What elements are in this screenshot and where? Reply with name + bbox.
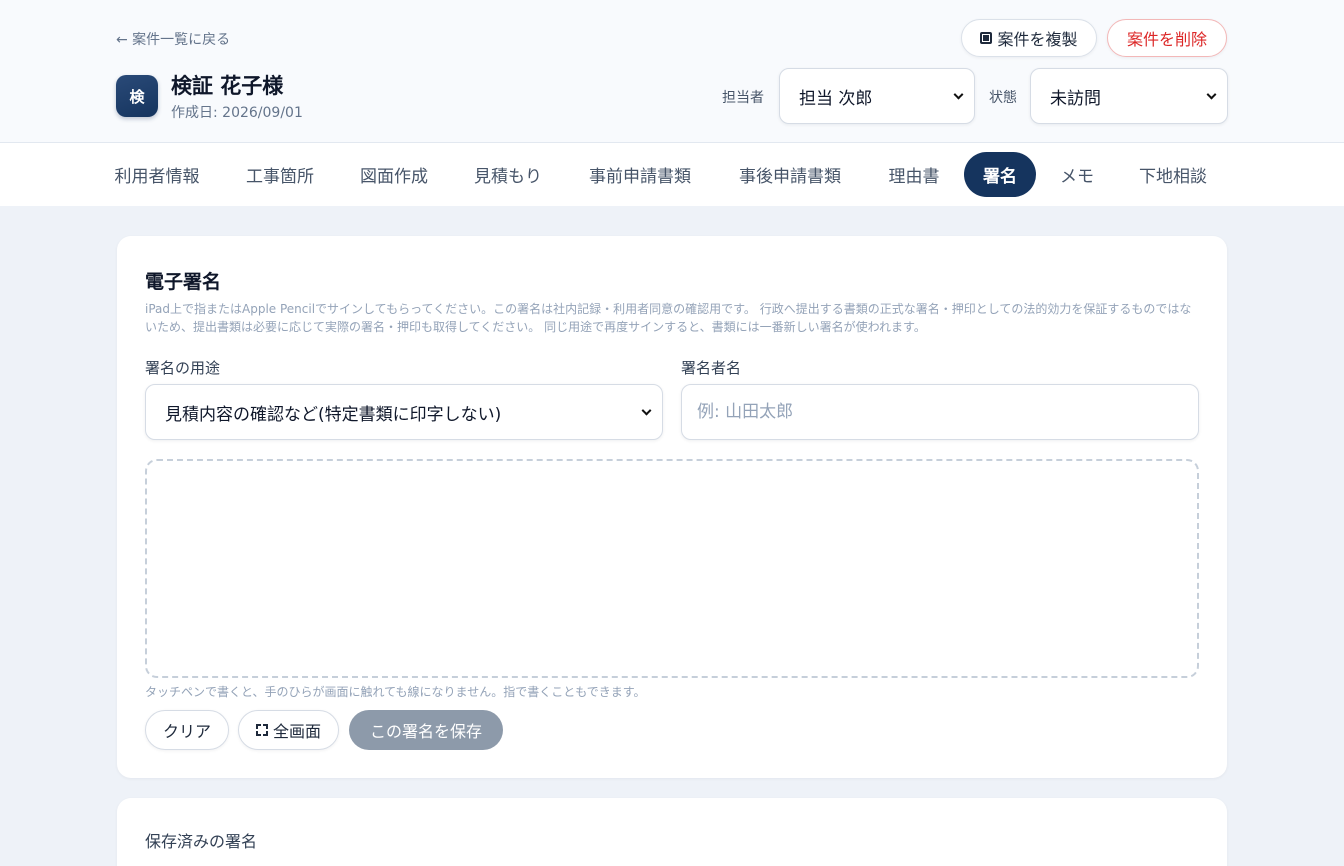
- purpose-value: 見積内容の確認など(特定書類に印字しない): [165, 404, 502, 425]
- chevron-down-icon: [953, 89, 964, 100]
- saved-signatures-title: 保存済みの署名: [145, 832, 258, 851]
- fullscreen-icon: [255, 724, 268, 736]
- tab-signature[interactable]: 署名: [964, 152, 1036, 197]
- tab-substrate-consult[interactable]: 下地相談: [1123, 152, 1223, 197]
- status-value: 未訪問: [1050, 88, 1101, 109]
- tab-work-locations[interactable]: 工事箇所: [230, 152, 330, 197]
- chevron-down-icon: [641, 405, 652, 416]
- saved-signatures-card: 保存済みの署名: [117, 798, 1227, 866]
- duplicate-case-label: 案件を複製: [997, 30, 1078, 49]
- delete-case-button[interactable]: 案件を削除: [1107, 19, 1227, 57]
- tab-user-info[interactable]: 利用者情報: [97, 152, 217, 197]
- save-signature-button[interactable]: この署名を保存: [349, 710, 503, 750]
- signer-label: 署名者名: [681, 359, 742, 377]
- tab-pre-application[interactable]: 事前申請書類: [575, 152, 705, 197]
- signature-title: 電子署名: [145, 271, 222, 293]
- signature-card: 電子署名 iPad上で指またはApple Pencilでサインしてもらってくださ…: [117, 236, 1227, 778]
- tab-drawing[interactable]: 図面作成: [344, 152, 444, 197]
- assignee-label: 担当者: [722, 90, 764, 106]
- signature-pad[interactable]: [145, 459, 1199, 678]
- client-avatar: 検: [116, 75, 158, 117]
- signature-description: iPad上で指またはApple Pencilでサインしてもらってください。この署…: [145, 302, 1192, 334]
- status-select[interactable]: 未訪問: [1030, 68, 1228, 124]
- tab-estimate[interactable]: 見積もり: [458, 152, 558, 197]
- created-date: 作成日: 2026/09/01: [171, 105, 303, 121]
- fullscreen-label: 全画面: [272, 722, 321, 741]
- fullscreen-button[interactable]: 全画面: [238, 710, 339, 750]
- tab-reason[interactable]: 理由書: [873, 152, 955, 197]
- status-label: 状態: [989, 90, 1017, 106]
- client-name: 検証 花子様: [171, 74, 284, 98]
- signer-name-input[interactable]: [681, 384, 1199, 440]
- clear-button[interactable]: クリア: [145, 710, 229, 750]
- signature-pad-hint: タッチペンで書くと、手のひらが画面に触れても線になりません。指で書くこともできま…: [145, 685, 646, 699]
- section-tabs: 利用者情報 工事箇所 図面作成 見積もり 事前申請書類 事後申請書類 理由書 署…: [0, 143, 1344, 206]
- chevron-down-icon: [1206, 89, 1217, 100]
- tab-post-application[interactable]: 事後申請書類: [725, 152, 855, 197]
- duplicate-case-button[interactable]: 案件を複製: [961, 19, 1097, 57]
- purpose-label: 署名の用途: [145, 359, 221, 377]
- assignee-value: 担当 次郎: [799, 88, 873, 109]
- assignee-select[interactable]: 担当 次郎: [779, 68, 975, 124]
- back-to-list-link[interactable]: ← 案件一覧に戻る: [116, 29, 230, 49]
- copy-icon: [980, 32, 993, 44]
- page-header: ← 案件一覧に戻る 検 検証 花子様 作成日: 2026/09/01 案件を複製…: [0, 0, 1344, 143]
- purpose-select[interactable]: 見積内容の確認など(特定書類に印字しない): [145, 384, 663, 440]
- tab-memo[interactable]: メモ: [1047, 152, 1107, 197]
